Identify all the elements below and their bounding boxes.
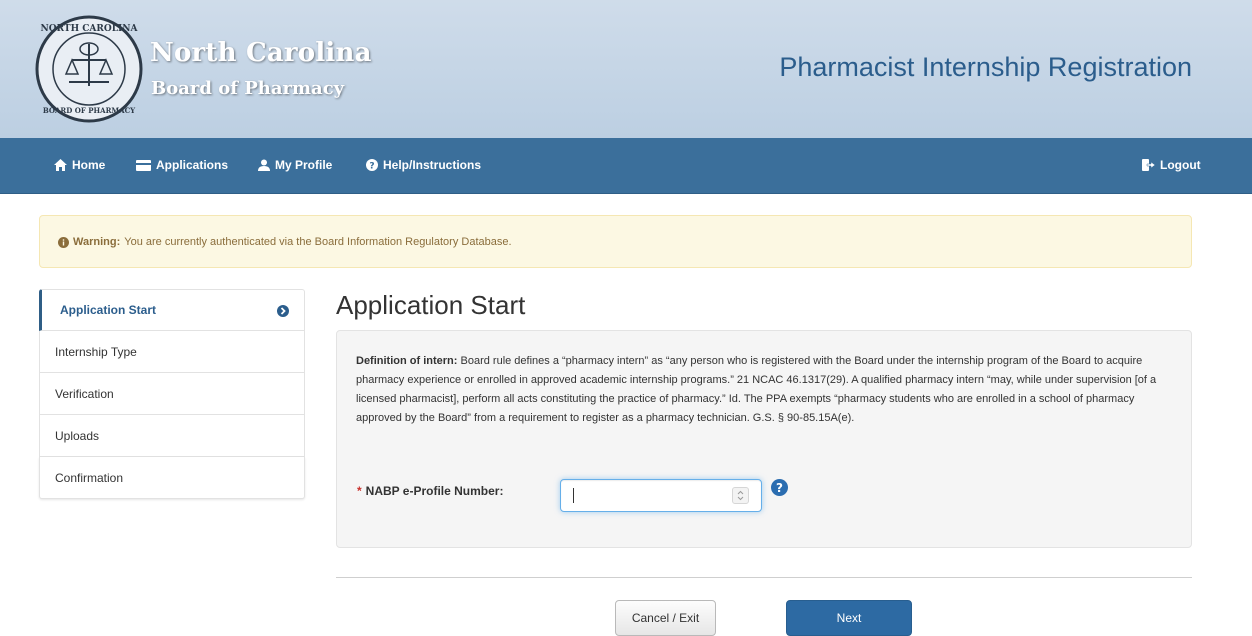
sidebar-item-application-start[interactable]: Application Start (39, 289, 305, 331)
text-cursor (573, 488, 574, 503)
sidebar-item-uploads[interactable]: Uploads (39, 415, 305, 457)
cancel-exit-button[interactable]: Cancel / Exit (615, 600, 716, 636)
required-marker: * (357, 484, 362, 498)
board-seal-logo: NORTH CAROLINA BOARD OF PHARMACY (35, 15, 143, 123)
app-title: Pharmacist Internship Registration (779, 52, 1192, 82)
definition-label: Definition of intern: (356, 355, 458, 367)
warning-message: You are currently authenticated via the … (124, 236, 512, 248)
nav-help[interactable]: ? Help/Instructions (366, 158, 481, 172)
top-navbar: Home Applications My Profile ? Help/Inst… (0, 138, 1252, 194)
warning-alert: Warning: You are currently authenticated… (39, 215, 1192, 268)
sidebar-item-label: Confirmation (55, 470, 124, 485)
warning-label: Warning: (73, 236, 121, 248)
seal-text-bottom: BOARD OF PHARMACY (43, 106, 136, 115)
nav-applications[interactable]: Applications (136, 158, 228, 172)
number-spinner[interactable] (732, 487, 749, 504)
definition-text: Board rule defines a “pharmacy intern” a… (356, 355, 1157, 424)
home-icon (54, 159, 67, 171)
next-button[interactable]: Next (786, 600, 912, 636)
nav-my-profile[interactable]: My Profile (258, 158, 332, 172)
sidebar-item-label: Verification (55, 386, 114, 401)
nav-logout-label: Logout (1160, 158, 1201, 172)
nav-home[interactable]: Home (54, 158, 105, 172)
credit-card-icon (136, 159, 151, 171)
info-circle-icon (58, 236, 69, 248)
sidebar-item-confirmation[interactable]: Confirmation (39, 457, 305, 499)
sidebar-item-internship-type[interactable]: Internship Type (39, 331, 305, 373)
sidebar-item-verification[interactable]: Verification (39, 373, 305, 415)
nav-my-profile-label: My Profile (275, 158, 333, 172)
nav-help-label: Help/Instructions (383, 158, 482, 172)
nav-home-label: Home (72, 158, 106, 172)
sidebar-item-label: Application Start (60, 303, 157, 317)
nabp-label-text: NABP e-Profile Number: (365, 484, 504, 498)
question-circle-icon: ? (366, 159, 378, 171)
sidebar-item-label: Internship Type (55, 344, 137, 359)
logout-icon (1142, 159, 1155, 171)
intern-definition: Definition of intern: Board rule defines… (356, 352, 1176, 428)
spinner-arrows-icon (737, 490, 744, 501)
nav-logout[interactable]: Logout (1142, 158, 1201, 172)
application-start-panel: Definition of intern: Board rule defines… (336, 330, 1192, 548)
nabp-field-label: * NABP e-Profile Number: (357, 484, 503, 498)
nav-applications-label: Applications (156, 158, 229, 172)
brand-name: North Carolina (150, 38, 372, 68)
help-question-icon[interactable]: ? (771, 479, 788, 496)
brand-subtitle: Board of Pharmacy (151, 78, 345, 99)
site-header: NORTH CAROLINA BOARD OF PHARMACY North C… (0, 0, 1252, 138)
svg-text:?: ? (369, 162, 374, 172)
page-title: Application Start (336, 290, 526, 320)
user-icon (258, 159, 270, 171)
form-divider (336, 577, 1192, 578)
chevron-circle-right-icon (277, 305, 289, 317)
seal-text-top: NORTH CAROLINA (41, 24, 139, 34)
svg-text:?: ? (776, 481, 783, 495)
step-sidebar: Application Start Internship Type Verifi… (39, 289, 305, 499)
sidebar-item-label: Uploads (55, 428, 100, 443)
